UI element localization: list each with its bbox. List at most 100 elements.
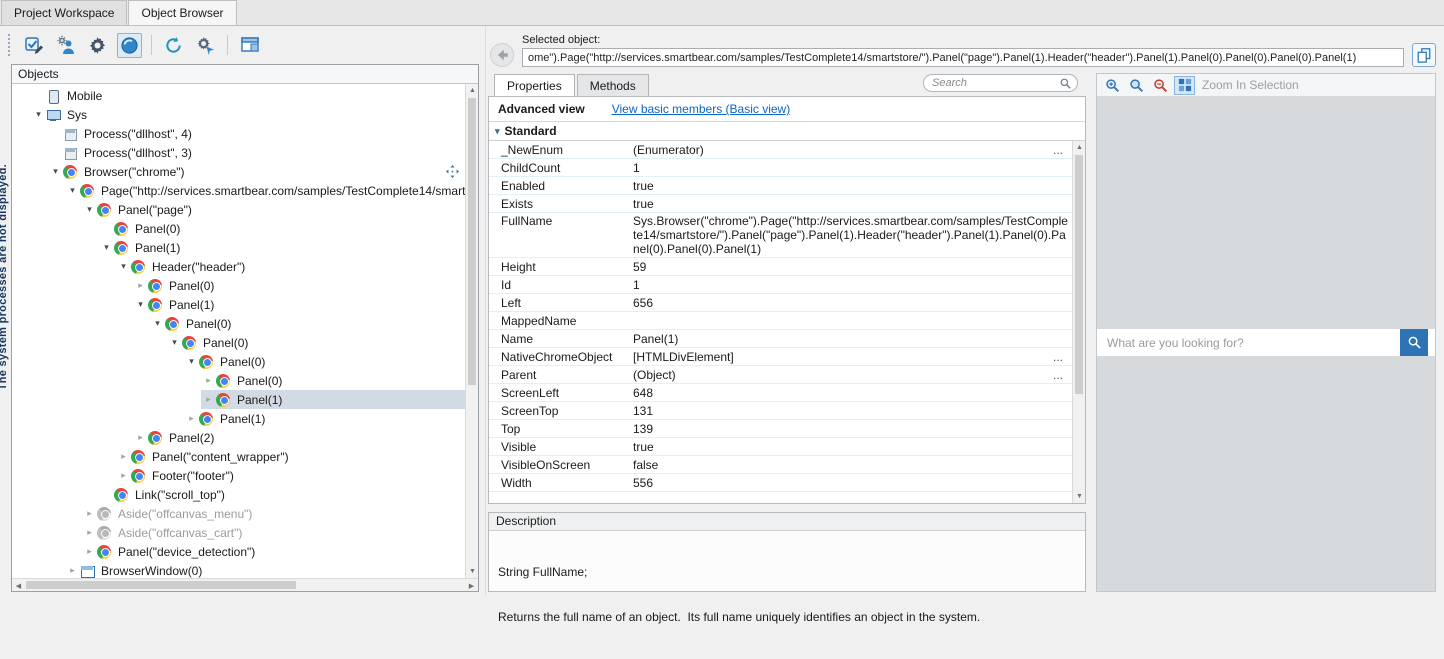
- tree-expander[interactable]: ▾: [31, 109, 46, 120]
- tree-item-main[interactable]: Mobile: [31, 86, 465, 105]
- ellipsis-button[interactable]: ...: [1044, 350, 1072, 364]
- tree-item-main[interactable]: ▸ Aside("offcanvas_cart"): [82, 523, 465, 542]
- zoom-out-icon[interactable]: [1150, 76, 1171, 95]
- preview-search-button[interactable]: [1400, 329, 1428, 356]
- property-row[interactable]: MappedName: [489, 312, 1072, 330]
- property-row[interactable]: ScreenTop 131: [489, 402, 1072, 420]
- tree-item[interactable]: Mobile: [12, 86, 465, 105]
- tree-expander[interactable]: ▾: [150, 318, 165, 329]
- tree-item-main[interactable]: ▸ Panel("content_wrapper"): [116, 447, 465, 466]
- tree-item[interactable]: ▾ Sys: [12, 105, 465, 124]
- tree-item-main[interactable]: ▸ Panel(2): [133, 428, 465, 447]
- tree-expander[interactable]: ▾: [184, 356, 199, 367]
- tree-item-main[interactable]: ▾ Panel(0): [167, 333, 465, 352]
- tree-item[interactable]: ▸ Panel(1): [12, 409, 465, 428]
- gear-run-button[interactable]: [193, 33, 218, 58]
- properties-search-box[interactable]: [923, 74, 1078, 92]
- tree-item-main[interactable]: ▾ Panel(1): [99, 238, 465, 257]
- tree-item[interactable]: ▾ Panel(1): [12, 238, 465, 257]
- tree-item[interactable]: ▸ BrowserWindow(0): [12, 561, 465, 578]
- property-row[interactable]: Name Panel(1): [489, 330, 1072, 348]
- tree-item-main[interactable]: ▾ Panel("page"): [82, 200, 465, 219]
- tree-item-main[interactable]: Panel(0): [99, 219, 465, 238]
- property-row[interactable]: NativeChromeObject [HTMLDivElement] ...: [489, 348, 1072, 366]
- tree-item-main[interactable]: ▸ Panel("device_detection"): [82, 542, 465, 561]
- tree-expander[interactable]: ▾: [167, 337, 182, 348]
- property-row[interactable]: Top 139: [489, 420, 1072, 438]
- property-row[interactable]: Width 556: [489, 474, 1072, 492]
- tree-item[interactable]: ▾ Panel(0): [12, 352, 465, 371]
- property-row[interactable]: VisibleOnScreen false: [489, 456, 1072, 474]
- tree-expander[interactable]: ▸: [65, 565, 80, 576]
- tree-item-main[interactable]: ▸ Aside("offcanvas_menu"): [82, 504, 465, 523]
- tree-item-main[interactable]: Link("scroll_top"): [99, 485, 465, 504]
- basic-view-link[interactable]: View basic members (Basic view): [612, 102, 791, 116]
- tree-expander[interactable]: ▸: [82, 527, 97, 538]
- checked-edit-button[interactable]: [21, 33, 46, 58]
- tree-item[interactable]: ▸ Aside("offcanvas_cart"): [12, 523, 465, 542]
- properties-vscroll-thumb[interactable]: [1075, 155, 1083, 394]
- tab-properties[interactable]: Properties: [494, 74, 575, 96]
- toolbar-grip[interactable]: [8, 34, 12, 56]
- scroll-up-arrow[interactable]: ▲: [466, 84, 479, 97]
- tree-item[interactable]: ▾ Panel("page"): [12, 200, 465, 219]
- tree-item[interactable]: Link("scroll_top"): [12, 485, 465, 504]
- zoom-selection-icon[interactable]: [1174, 76, 1195, 95]
- tree-item-main[interactable]: Process("dllhost", 4): [48, 124, 465, 143]
- tree-item-main[interactable]: ▾ Panel(0): [184, 352, 465, 371]
- property-row[interactable]: Left 656: [489, 294, 1072, 312]
- standard-section-header[interactable]: ▾ Standard: [489, 122, 1085, 141]
- tree-item[interactable]: ▸ Panel("content_wrapper"): [12, 447, 465, 466]
- tree-expander[interactable]: ▸: [184, 413, 199, 424]
- tab-project-workspace[interactable]: Project Workspace: [1, 0, 127, 25]
- tree-item-main[interactable]: ▸ Panel(1): [201, 390, 465, 409]
- tree-item[interactable]: ▸ Panel("device_detection"): [12, 542, 465, 561]
- property-row[interactable]: Parent (Object) ...: [489, 366, 1072, 384]
- tree-item-main[interactable]: ▾ Header("header"): [116, 257, 465, 276]
- property-row[interactable]: Enabled true: [489, 177, 1072, 195]
- chevron-down-icon[interactable]: ▾: [495, 126, 500, 137]
- user-gear-button[interactable]: [53, 33, 78, 58]
- property-row[interactable]: Height 59: [489, 258, 1072, 276]
- tab-methods[interactable]: Methods: [577, 74, 649, 96]
- tree-vertical-scrollbar[interactable]: ▲ ▼: [465, 84, 478, 578]
- tree-item[interactable]: ▾ Page("http://services.smartbear.com/sa…: [12, 181, 465, 200]
- tree-expander[interactable]: ▸: [201, 375, 216, 386]
- tree-item[interactable]: ▸ Footer("footer"): [12, 466, 465, 485]
- scroll-down-arrow[interactable]: ▼: [1073, 490, 1086, 503]
- zoom-icon[interactable]: [1126, 76, 1147, 95]
- properties-vertical-scrollbar[interactable]: ▲ ▼: [1072, 141, 1085, 503]
- zoom-in-icon[interactable]: [1102, 76, 1123, 95]
- tree-expander[interactable]: ▾: [82, 204, 97, 215]
- selected-object-input[interactable]: [522, 48, 1404, 67]
- preview-search-input[interactable]: [1097, 329, 1400, 356]
- tree-item[interactable]: ▸ Panel(0): [12, 371, 465, 390]
- ellipsis-button[interactable]: ...: [1044, 143, 1072, 157]
- tree-item-main[interactable]: ▾ Panel(0): [150, 314, 465, 333]
- refresh-button[interactable]: [161, 33, 186, 58]
- tree-item-main[interactable]: ▾ Page("http://services.smartbear.com/sa…: [65, 181, 465, 200]
- property-row[interactable]: FullName Sys.Browser("chrome").Page("htt…: [489, 213, 1072, 258]
- tree-expander[interactable]: ▸: [116, 470, 131, 481]
- tree-item-main[interactable]: Process("dllhost", 3): [48, 143, 465, 162]
- property-row[interactable]: Id 1: [489, 276, 1072, 294]
- tree-expander[interactable]: ▾: [48, 166, 63, 177]
- tree-expander[interactable]: ▾: [133, 299, 148, 310]
- property-row[interactable]: ChildCount 1: [489, 159, 1072, 177]
- tree-item[interactable]: ▸ Panel(0): [12, 276, 465, 295]
- gear-button[interactable]: [85, 33, 110, 58]
- back-button[interactable]: [490, 43, 514, 67]
- scroll-up-arrow[interactable]: ▲: [1073, 141, 1086, 154]
- tree-item-main[interactable]: ▾ Browser("chrome"): [48, 162, 465, 181]
- properties-search-input[interactable]: [930, 76, 1060, 90]
- tree-item[interactable]: ▾ Panel(0): [12, 314, 465, 333]
- tree-expander[interactable]: ▸: [82, 546, 97, 557]
- tree-item[interactable]: ▾ Panel(0): [12, 333, 465, 352]
- tree-expander[interactable]: ▸: [82, 508, 97, 519]
- copy-button[interactable]: [1412, 43, 1436, 67]
- tree-expander[interactable]: ▾: [99, 242, 114, 253]
- property-row[interactable]: Visible true: [489, 438, 1072, 456]
- tree-expander[interactable]: ▸: [116, 451, 131, 462]
- tree-item-main[interactable]: ▸ Footer("footer"): [116, 466, 465, 485]
- property-row[interactable]: ScreenLeft 648: [489, 384, 1072, 402]
